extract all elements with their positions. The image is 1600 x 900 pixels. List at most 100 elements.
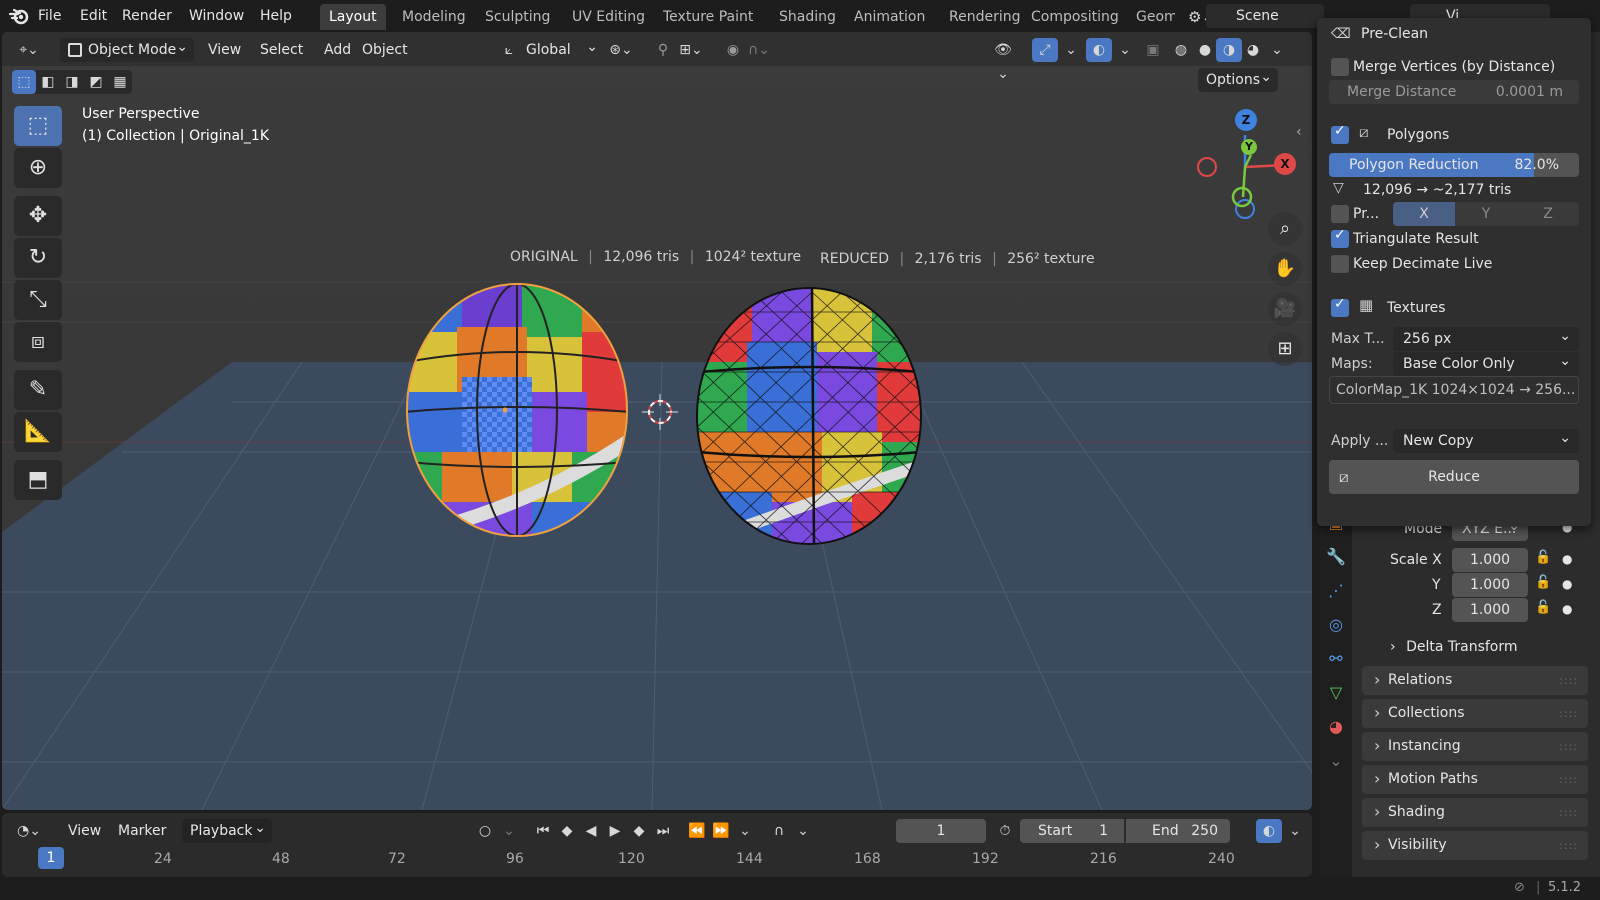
tab-rendering[interactable]: Rendering (940, 4, 1030, 30)
material-shading-icon[interactable]: ◑ (1216, 38, 1242, 62)
timeline-view-menu[interactable]: View (62, 819, 107, 843)
scale-x-field[interactable]: 1.000 (1452, 548, 1528, 572)
jump-start-icon[interactable]: ⏮ (530, 819, 556, 843)
drag-grip-icon[interactable]: :::: (1559, 831, 1578, 860)
play-icon[interactable]: ▶ (602, 819, 628, 843)
visibility-icon[interactable]: 👁⌄ (990, 38, 1016, 82)
textures-checkbox[interactable] (1331, 296, 1349, 317)
panel-relations[interactable]: Relations :::: (1362, 665, 1588, 695)
playback-options-icon[interactable]: ⌄ (732, 819, 758, 843)
menu-add[interactable]: Add (320, 38, 355, 62)
current-frame-field[interactable]: 1 (896, 819, 986, 843)
drag-grip-icon[interactable]: :::: (1559, 765, 1578, 794)
prev-keyframe-icon[interactable]: ◆ (554, 819, 580, 843)
physics-icon[interactable]: ◎ (1323, 612, 1349, 638)
constraints-icon[interactable]: ⚯ (1323, 646, 1349, 672)
select-invert-icon[interactable]: ◩ (84, 70, 108, 94)
menu-help[interactable]: Help (254, 0, 298, 32)
orientation-selector[interactable]: Global ⌄ (522, 38, 600, 62)
panel-shading[interactable]: Shading :::: (1362, 797, 1588, 827)
polygons-checkbox[interactable] (1331, 123, 1349, 144)
menu-object[interactable]: Object (358, 38, 412, 62)
move-tool-icon[interactable]: ✥ (14, 196, 62, 236)
panel-collections[interactable]: Collections :::: (1362, 698, 1588, 728)
timeline-overlay-options-icon[interactable]: ⌄ (1282, 819, 1308, 843)
polygon-reduction-slider[interactable]: Polygon Reduction 82.0% (1329, 153, 1579, 177)
triangulate-checkbox[interactable] (1331, 227, 1349, 248)
mesh-data-icon[interactable]: ▽ (1323, 680, 1349, 706)
drag-grip-icon[interactable]: :::: (1559, 732, 1578, 761)
overlays-icon[interactable]: ◐ (1086, 38, 1112, 62)
apply-dropdown[interactable]: New Copy (1393, 426, 1579, 453)
timeline-overlay-icon[interactable]: ◐ (1256, 819, 1282, 843)
select-extend-icon[interactable]: ◧ (36, 70, 60, 94)
lock-icon[interactable]: 🔓 (1535, 550, 1551, 565)
playback-dropdown[interactable]: Playback ⌄ (182, 819, 272, 843)
perspective-grid-icon[interactable]: ⊞ (1268, 332, 1302, 366)
xray-icon[interactable]: ▣ (1140, 38, 1166, 62)
snap-magnet-icon[interactable]: ∩ (766, 819, 792, 843)
axis-z-toggle[interactable]: Z (1517, 202, 1579, 226)
tab-layout[interactable]: Layout (320, 4, 386, 30)
menu-file[interactable]: File (32, 0, 67, 32)
drag-grip-icon[interactable]: :::: (1559, 798, 1578, 827)
blender-logo-icon[interactable] (8, 6, 30, 26)
zoom-icon[interactable]: ⌕ (1268, 212, 1302, 246)
solid-shading-icon[interactable]: ● (1192, 38, 1218, 62)
editor-type-icon[interactable]: ⌖⌄ (16, 38, 42, 62)
select-box-tool-icon[interactable]: ⬚ (14, 106, 62, 146)
tab-sculpting[interactable]: Sculpting (476, 4, 559, 30)
menu-select[interactable]: Select (256, 38, 307, 62)
panel-instancing[interactable]: Instancing :::: (1362, 731, 1588, 761)
next-keyframe-icon[interactable]: ◆ (626, 819, 652, 843)
keep-decimate-checkbox[interactable] (1331, 255, 1349, 273)
scene-selector[interactable]: Scene (1206, 4, 1324, 28)
keying-options-icon[interactable]: ⌄ (496, 819, 522, 843)
lock-icon[interactable]: 🔓 (1535, 600, 1551, 615)
tab-texture-paint[interactable]: Texture Paint (654, 4, 762, 30)
rendered-shading-icon[interactable]: ◕ (1240, 38, 1266, 62)
transform-tool-icon[interactable]: ⧈ (14, 322, 62, 362)
sidebar-toggle-icon[interactable]: ‹ (1296, 124, 1302, 140)
particles-icon[interactable]: ⋰ (1323, 578, 1349, 604)
end-frame-field[interactable]: End 250 (1126, 819, 1230, 843)
tab-uv-editing[interactable]: UV Editing (563, 4, 654, 30)
scale-z-field[interactable]: 1.000 (1452, 598, 1528, 622)
annotate-tool-icon[interactable]: ✎ (14, 370, 62, 410)
jump-end-icon[interactable]: ⏭ (650, 819, 676, 843)
editor-type-clock-icon[interactable]: ◔⌄ (16, 819, 42, 843)
snap-options-icon[interactable]: ⌄ (790, 819, 816, 843)
pan-hand-icon[interactable]: ✋ (1268, 252, 1302, 286)
rotate-tool-icon[interactable]: ↻ (14, 238, 62, 278)
gizmo-z-axis[interactable]: Z (1235, 109, 1257, 131)
select-new-icon[interactable]: ⬚ (12, 70, 36, 94)
maps-dropdown[interactable]: Base Color Only (1393, 349, 1579, 376)
timeline[interactable]: ◔⌄ View Marker Playback ⌄ ○ ⌄ ⏮ ◆ ◀ ▶ ◆ … (2, 813, 1312, 877)
select-subtract-icon[interactable]: ◨ (60, 70, 84, 94)
tab-modeling[interactable]: Modeling (393, 4, 475, 30)
tab-compositing[interactable]: Compositing (1022, 4, 1128, 30)
snap-icon[interactable]: ⚲ (650, 38, 676, 62)
mode-selector[interactable]: Object Mode ⌄ (60, 38, 194, 62)
overlays-options-icon[interactable]: ⌄ (1112, 38, 1138, 62)
next-frame-icon[interactable]: ⏩ (708, 819, 734, 843)
shading-options-icon[interactable]: ⌄ (1264, 38, 1290, 62)
drag-grip-icon[interactable]: :::: (1559, 666, 1578, 695)
keyframe-dot-icon[interactable]: ● (1562, 577, 1572, 591)
lock-icon[interactable]: 🔓 (1535, 575, 1551, 590)
tab-shading[interactable]: Shading (770, 4, 845, 30)
falloff-icon[interactable]: ∩⌄ (746, 38, 772, 62)
gizmo-x-axis[interactable]: X (1274, 153, 1296, 175)
gizmo-y-axis[interactable]: Y (1241, 139, 1257, 155)
tab-geometry-nodes[interactable]: Geom (1127, 4, 1175, 30)
scale-y-field[interactable]: 1.000 (1452, 573, 1528, 597)
panel-visibility[interactable]: Visibility :::: (1362, 830, 1588, 860)
axis-x-toggle[interactable]: X (1393, 202, 1455, 226)
drag-grip-icon[interactable]: :::: (1559, 699, 1578, 728)
material-icon[interactable]: ◕ (1323, 714, 1349, 740)
cursor-tool-icon[interactable]: ⊕ (14, 148, 62, 188)
modifier-wrench-icon[interactable]: 🔧 (1323, 544, 1349, 570)
stopwatch-icon[interactable]: ⏱ (992, 819, 1018, 843)
more-tabs-chevron-icon[interactable]: ⌄ (1323, 748, 1349, 774)
pivot-point-icon[interactable]: ⊛⌄ (608, 38, 634, 62)
